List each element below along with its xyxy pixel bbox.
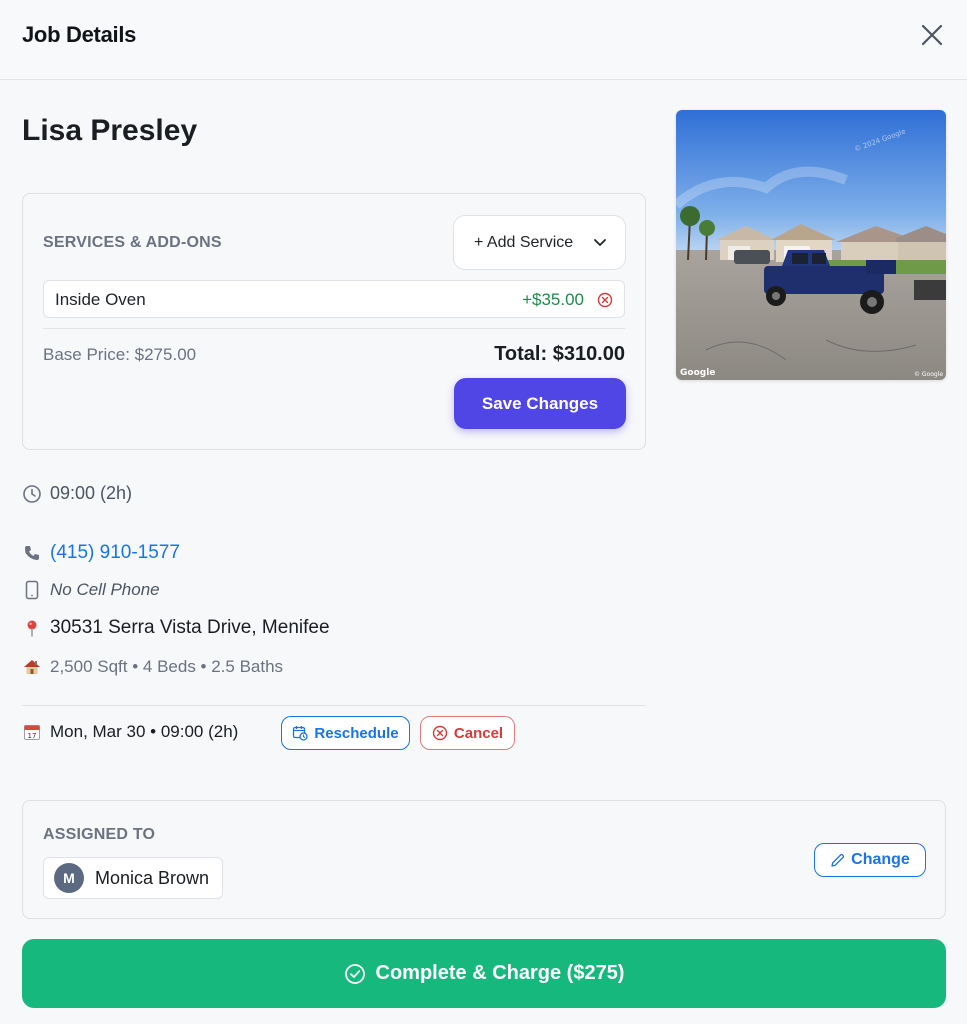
save-changes-button[interactable]: Save Changes (454, 378, 626, 429)
avatar: M (54, 863, 84, 893)
total-price: Total: $310.00 (494, 343, 625, 365)
phone-icon (22, 543, 42, 563)
assigned-card: ASSIGNED TO M Monica Brown Change (22, 800, 946, 919)
services-heading: SERVICES & ADD-ONS (43, 234, 222, 251)
reschedule-button[interactable]: Reschedule (281, 716, 410, 750)
assignee-name: Monica Brown (95, 867, 210, 888)
street-view-image[interactable]: © 2024 Google Google © Google (676, 110, 946, 380)
remove-service-icon[interactable] (597, 292, 613, 308)
change-label: Change (851, 851, 910, 868)
house-icon (22, 657, 42, 677)
address: 30531 Serra Vista Drive, Menifee (50, 617, 330, 638)
address-row: 30531 Serra Vista Drive, Menifee (22, 617, 330, 639)
cancel-circle-icon (432, 725, 448, 741)
cancel-appointment-button[interactable]: Cancel (420, 716, 515, 750)
phone-row: (415) 910-1577 (22, 542, 180, 564)
street-view-watermark-left: Google (680, 368, 715, 378)
svg-text:17: 17 (28, 732, 37, 740)
job-time: 09:00 (2h) (50, 483, 133, 503)
street-view-watermark-right: © Google (914, 371, 943, 378)
location-pin-icon (22, 618, 42, 638)
modal-title: Job Details (22, 22, 137, 47)
home-stats: 2,500 Sqft • 4 Beds • 2.5 Baths (50, 657, 284, 676)
cancel-label: Cancel (453, 724, 504, 742)
pencil-icon (830, 853, 845, 868)
change-assignee-button[interactable]: Change (814, 843, 926, 877)
cell-phone-status: No Cell Phone (50, 580, 160, 599)
add-service-dropdown[interactable]: + Add Service (453, 215, 626, 270)
service-price: +$35.00 (522, 290, 584, 309)
calendar-icon: 17 (22, 722, 42, 742)
complete-charge-button[interactable]: Complete & Charge ($275) (22, 939, 946, 1008)
clock-icon (22, 484, 42, 504)
assigned-heading: ASSIGNED TO (43, 826, 156, 843)
service-name: Inside Oven (55, 290, 146, 309)
appointment-row: 17 Mon, Mar 30 • 09:00 (2h) (22, 722, 238, 742)
service-item: Inside Oven +$35.00 (43, 280, 625, 318)
add-service-label: + Add Service (474, 233, 574, 251)
chevron-down-icon (594, 239, 606, 246)
check-circle-icon (344, 963, 366, 985)
phone-link[interactable]: (415) 910-1577 (50, 542, 180, 564)
close-icon (921, 24, 943, 46)
assignee-chip: M Monica Brown (43, 857, 223, 899)
home-stats-row: 2,500 Sqft • 4 Beds • 2.5 Baths (22, 657, 283, 677)
services-card: SERVICES & ADD-ONS + Add Service Inside … (22, 193, 646, 450)
services-divider (43, 328, 625, 329)
close-button[interactable] (917, 20, 947, 50)
complete-charge-label: Complete & Charge ($275) (375, 962, 625, 984)
cell-row: No Cell Phone (22, 580, 160, 600)
calendar-clock-icon (292, 725, 309, 741)
mobile-phone-icon (22, 580, 42, 600)
reschedule-label: Reschedule (314, 724, 399, 742)
base-price: Base Price: $275.00 (43, 345, 197, 364)
appointment-date: Mon, Mar 30 • 09:00 (2h) (50, 722, 239, 741)
modal-header: Job Details (0, 0, 967, 80)
time-row: 09:00 (2h) (22, 483, 132, 504)
section-divider (22, 705, 646, 706)
customer-name: Lisa Presley (22, 114, 198, 147)
